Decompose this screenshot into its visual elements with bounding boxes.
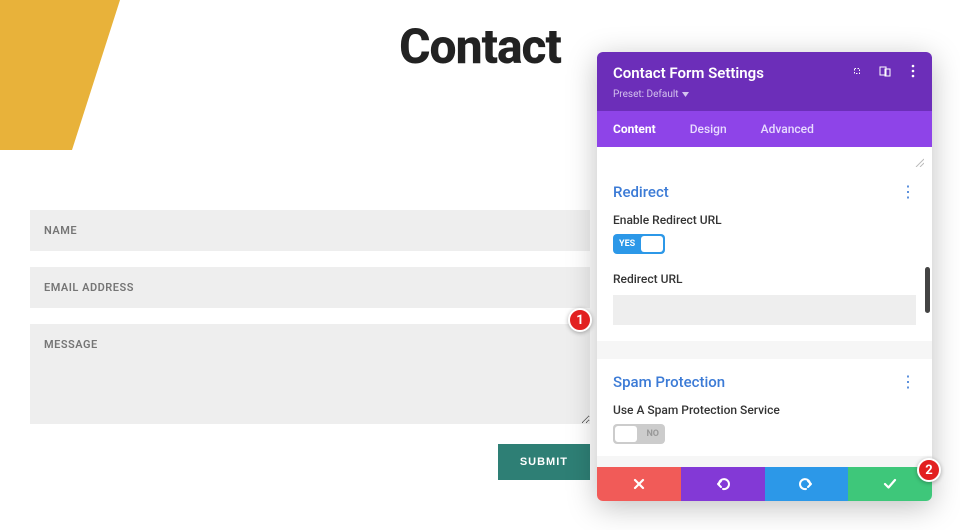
annotation-1: 1 [568,308,592,332]
decorative-gold-shape [0,0,120,150]
check-icon [883,478,897,490]
redo-button[interactable] [765,467,849,501]
panel-preset[interactable]: Preset: Default [613,89,689,100]
cancel-button[interactable] [597,467,681,501]
enable-redirect-toggle[interactable]: YES [613,234,665,254]
section-spam-title: Spam Protection [613,373,725,391]
redirect-url-input[interactable] [613,295,916,325]
undo-button[interactable] [681,467,765,501]
responsive-icon[interactable] [878,64,892,78]
name-field[interactable] [30,210,590,251]
section-redirect: Redirect ⋮ Enable Redirect URL YES Redir… [597,169,932,341]
resize-handle-icon [914,157,924,167]
panel-body: Redirect ⋮ Enable Redirect URL YES Redir… [597,147,932,467]
undo-icon [715,477,731,491]
toggle-knob [641,236,663,252]
message-field[interactable] [30,324,590,424]
section-spam-options-icon[interactable]: ⋮ [900,377,916,387]
annotation-2: 2 [917,458,941,482]
toggle-no-label: NO [646,429,659,439]
redo-icon [798,477,814,491]
contact-form: SUBMIT [30,210,590,480]
scrollbar-thumb[interactable] [925,267,930,313]
section-redirect-options-icon[interactable]: ⋮ [900,187,916,197]
caret-down-icon [682,92,689,97]
tab-content[interactable]: Content [613,111,672,147]
page-title: Contact [399,18,561,75]
section-spam: Spam Protection ⋮ Use A Spam Protection … [597,359,932,456]
spam-service-toggle[interactable]: NO [613,424,665,444]
redirect-url-label: Redirect URL [613,272,916,286]
section-redirect-title: Redirect [613,183,669,201]
email-field[interactable] [30,267,590,308]
spam-service-label: Use A Spam Protection Service [613,403,916,417]
toggle-knob [615,426,637,442]
more-icon[interactable] [906,64,920,78]
tab-advanced[interactable]: Advanced [761,111,830,147]
submit-button[interactable]: SUBMIT [498,444,590,480]
close-icon [633,478,645,490]
toggle-yes-label: YES [619,239,635,249]
expand-icon[interactable] [850,64,864,78]
panel-tabs: Content Design Advanced [597,111,932,147]
tab-design[interactable]: Design [690,111,743,147]
panel-header[interactable]: Contact Form Settings Preset: Default [597,52,932,111]
panel-footer [597,467,932,501]
settings-panel: Contact Form Settings Preset: Default Co… [597,52,932,501]
enable-redirect-label: Enable Redirect URL [613,213,916,227]
previous-section-fragment [597,147,932,169]
panel-preset-label: Preset: Default [613,89,679,100]
